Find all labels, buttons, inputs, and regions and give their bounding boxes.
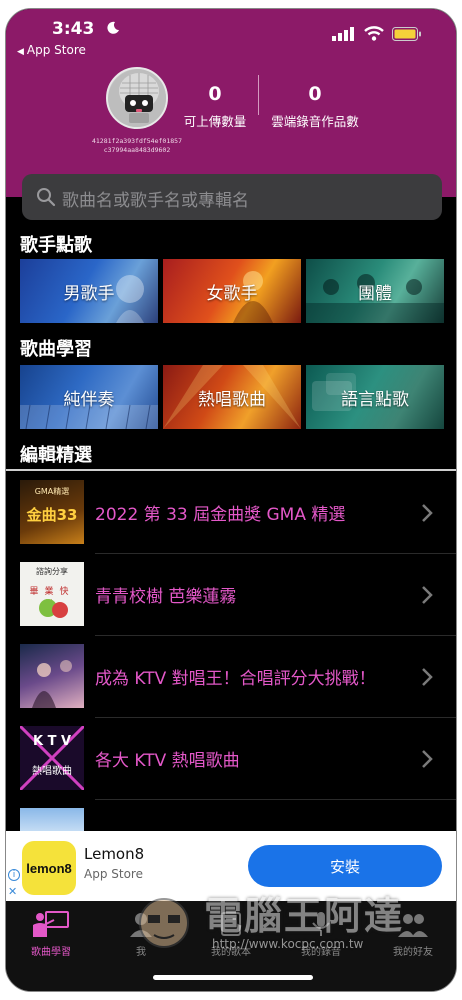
- playlist-title: 青青校樹 芭樂蓮霧: [95, 587, 237, 607]
- playlist-title: 各大 KTV 熱唱歌曲: [95, 751, 240, 771]
- ad-close-icon[interactable]: ✕: [8, 885, 17, 898]
- tab-song-learning-label: 歌曲學習: [31, 947, 71, 958]
- playlist-item[interactable]: 成為 KTV 對唱王！合唱評分大挑戰！: [6, 636, 456, 718]
- section-title-editor-picks: 編輯精選: [20, 445, 92, 466]
- wifi-icon: [364, 26, 384, 41]
- section-title-learning: 歌曲學習: [20, 339, 92, 360]
- cellular-signal-icon: [332, 27, 354, 41]
- ad-store-label: App Store: [84, 867, 143, 881]
- thumb-title: 熱唱歌曲: [32, 766, 72, 777]
- chevron-right-icon: [422, 504, 433, 522]
- user-id: 41281f2a393fdf54ef01857 c37994aa8483d960…: [86, 137, 188, 155]
- tile-group-label: 團體: [358, 283, 392, 304]
- cloud-recordings-label: 雲端錄音作品數: [271, 114, 359, 129]
- tile-instrumental-label: 純伴奏: [63, 389, 115, 410]
- playlist-thumbnail: 諮詢分享 畢業快樂: [20, 562, 84, 626]
- watermark: 電腦王阿達 http://www.kocpc.com.tw: [134, 885, 454, 965]
- home-indicator[interactable]: [153, 975, 313, 980]
- section-title-singers: 歌手點歌: [20, 235, 92, 256]
- thumb-caption: GMA精選: [34, 487, 70, 496]
- playlist-item[interactable]: GMA精選 金曲33 2022 第 33 屆金曲獎 GMA 精選: [6, 472, 456, 554]
- watermark-url: http://www.kocpc.com.tw: [212, 937, 364, 951]
- section-divider: [6, 469, 456, 471]
- tile-language-label: 語言點歌: [341, 389, 409, 410]
- watermark-face-icon: [139, 898, 189, 948]
- ad-app-name: Lemon8: [84, 845, 145, 863]
- microphone-avatar-icon: [108, 69, 166, 127]
- status-time: 3:43: [52, 19, 95, 39]
- playlist-thumbnail: K T V 熱唱歌曲: [20, 726, 84, 790]
- watermark-text: 電腦王阿達: [204, 894, 405, 938]
- thumb-title: 金曲33: [26, 506, 78, 524]
- tile-hot-songs[interactable]: 熱唱歌曲: [163, 365, 301, 429]
- chevron-right-icon: [422, 750, 433, 768]
- tile-female-singers[interactable]: 女歌手: [163, 259, 301, 323]
- playlist-title: 成為 KTV 對唱王！合唱評分大挑戰！: [95, 669, 376, 689]
- tab-song-learning[interactable]: 歌曲學習: [6, 909, 96, 958]
- playlist-thumbnail: GMA精選 金曲33: [20, 480, 84, 544]
- upload-quota-value: 0: [208, 83, 222, 105]
- teacher-board-icon: [33, 911, 69, 937]
- chevron-right-icon: [422, 668, 433, 686]
- tile-female-label: 女歌手: [206, 283, 258, 304]
- tile-language[interactable]: 語言點歌: [306, 365, 444, 429]
- tile-instrumental[interactable]: 純伴奏: [20, 365, 158, 429]
- playlist-item-partial[interactable]: [6, 800, 456, 839]
- search-input[interactable]: 歌曲名或歌手名或專輯名: [22, 174, 442, 220]
- playlist-item[interactable]: K T V 熱唱歌曲 各大 KTV 熱唱歌曲: [6, 718, 456, 800]
- duet-singers-image: [32, 660, 72, 708]
- chevron-right-icon: [422, 586, 433, 604]
- battery-icon: [392, 27, 421, 41]
- tile-male-singers[interactable]: 男歌手: [20, 259, 158, 323]
- upload-quota-label: 可上傳數量: [183, 114, 247, 129]
- cloud-recordings-value: 0: [308, 83, 322, 105]
- guava-image: [39, 599, 68, 618]
- ad-info-icon[interactable]: i: [8, 869, 20, 881]
- back-to-app-store[interactable]: ◀ App Store: [17, 43, 86, 57]
- thumb-caption: K T V: [32, 734, 72, 749]
- playlist-title: 2022 第 33 屆金曲獎 GMA 精選: [95, 505, 346, 525]
- search-icon: [37, 188, 56, 207]
- stat-divider: [258, 75, 259, 115]
- user-id-line-2: c37994aa8483d9602: [103, 146, 171, 154]
- avatar[interactable]: [106, 67, 168, 129]
- upload-quota-stat: 0 可上傳數量: [171, 83, 259, 130]
- cloud-recordings-stat: 0 雲端錄音作品數: [262, 83, 368, 130]
- install-button[interactable]: 安裝: [248, 845, 442, 887]
- search-placeholder: 歌曲名或歌手名或專輯名: [62, 191, 249, 211]
- lemon8-logo: lemon8: [22, 841, 76, 895]
- profile-header: 3:43 ◀ App Store 41281f2a393fdf54ef01857…: [6, 9, 456, 197]
- moon-icon: [107, 21, 119, 34]
- tile-hot-songs-label: 熱唱歌曲: [198, 389, 266, 410]
- tile-male-label: 男歌手: [63, 283, 115, 304]
- tile-groups[interactable]: 團體: [306, 259, 444, 323]
- playlist-item[interactable]: 諮詢分享 畢業快樂 青青校樹 芭樂蓮霧: [6, 554, 456, 636]
- back-label: App Store: [26, 43, 86, 57]
- phone-screen: 3:43 ◀ App Store 41281f2a393fdf54ef01857…: [5, 8, 457, 992]
- playlist-thumbnail: [20, 644, 84, 708]
- user-id-line-1: 41281f2a393fdf54ef01857: [91, 137, 182, 145]
